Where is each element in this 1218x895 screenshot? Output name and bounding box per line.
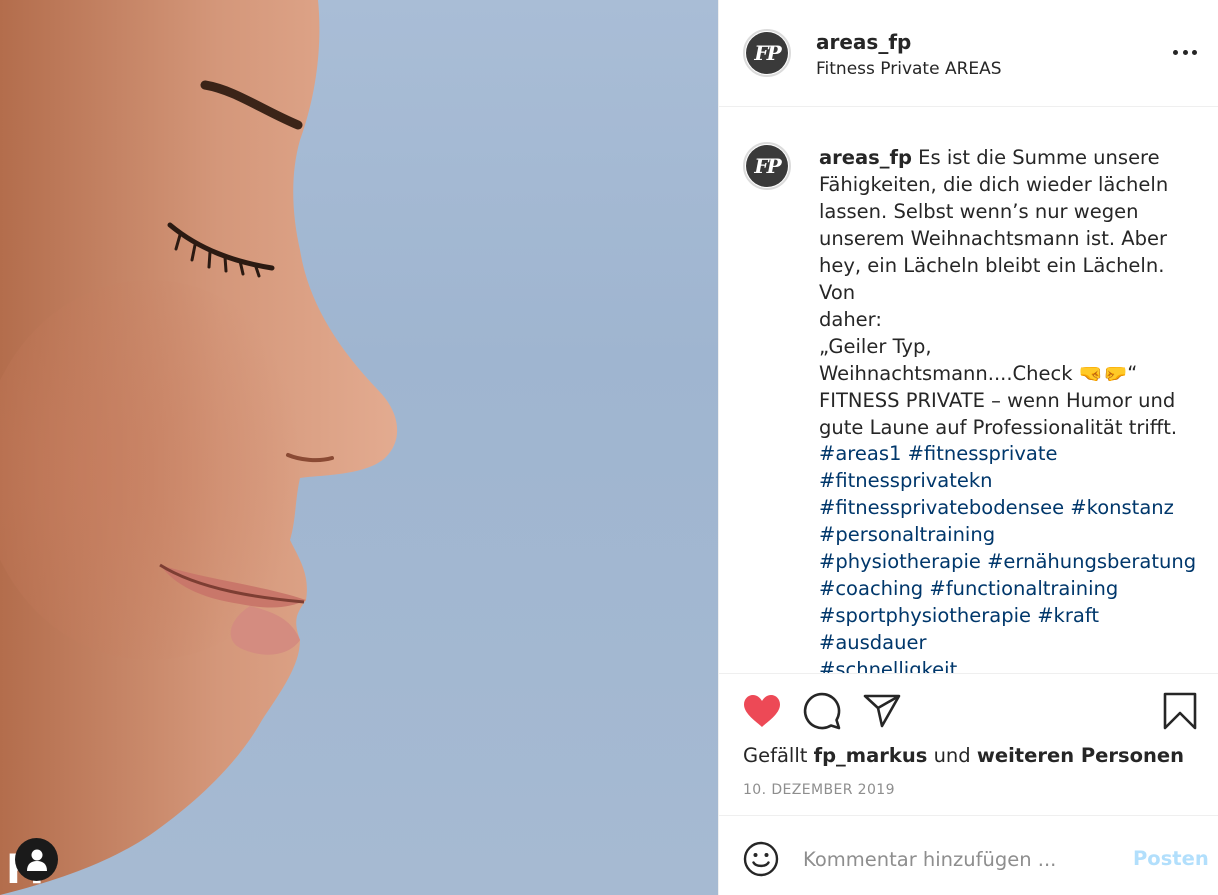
hashtag-line: #schnelligkeit bbox=[819, 656, 1199, 673]
caption-line: Es ist die Summe unsere bbox=[918, 146, 1160, 169]
liked-by-others[interactable]: weiteren Personen bbox=[977, 744, 1184, 767]
post-comment-button[interactable]: Posten bbox=[1133, 847, 1209, 870]
hashtag-link[interactable]: #konstanz bbox=[1070, 496, 1174, 519]
avatar-logo: FP bbox=[746, 145, 788, 187]
hashtag-link[interactable]: #ernähungsberatung bbox=[987, 550, 1196, 573]
save-button[interactable] bbox=[1163, 692, 1197, 734]
hashtag-line: #sportphysiotherapie #kraft #ausdauer bbox=[819, 602, 1199, 656]
comments-scroll-area[interactable]: FP areas_fp Es ist die Summe unsere Fähi… bbox=[719, 108, 1218, 673]
face-profile-illustration bbox=[0, 0, 398, 895]
paper-plane-icon bbox=[863, 694, 901, 728]
likes-summary: Gefällt fp_markus und weiteren Personen bbox=[743, 744, 1184, 767]
add-comment-bar: Posten bbox=[719, 817, 1218, 895]
comment-input[interactable] bbox=[803, 845, 1093, 873]
caption-line: lassen. Selbst wenn’s nur wegen bbox=[819, 200, 1139, 223]
hashtag-link[interactable]: #kraft bbox=[1037, 604, 1099, 627]
hashtag-line: #personaltraining bbox=[819, 521, 1199, 548]
emoji-button[interactable] bbox=[743, 841, 779, 881]
caption-line: gute Laune auf Professionalität trifft. bbox=[819, 416, 1178, 439]
comment-button[interactable] bbox=[803, 692, 841, 734]
hashtag-link[interactable]: #personaltraining bbox=[819, 523, 995, 546]
likes-middle: und bbox=[933, 744, 971, 767]
caption-username[interactable]: areas_fp bbox=[819, 146, 912, 169]
heart-icon bbox=[744, 695, 780, 727]
caption-line: Fähigkeiten, die dich wieder lächeln bbox=[819, 173, 1169, 196]
caption-line: FITNESS PRIVATE – wenn Humor und bbox=[819, 389, 1176, 412]
caption-line: Weihnachtsmann....Check 🤜🤛“ bbox=[819, 362, 1138, 385]
caption-avatar[interactable]: FP bbox=[743, 142, 791, 190]
post-caption: areas_fp Es ist die Summe unsere Fähigke… bbox=[819, 144, 1191, 441]
post-actions: Gefällt fp_markus und weiteren Personen … bbox=[719, 673, 1218, 816]
post-details-panel: FP areas_fp Fitness Private AREAS FP are… bbox=[718, 0, 1218, 895]
hashtag-line: #fitnessprivatekn bbox=[819, 467, 1199, 494]
hashtag-line: #physiotherapie #ernähungsberatung bbox=[819, 548, 1199, 575]
hashtag-line: #coaching #functionaltraining bbox=[819, 575, 1199, 602]
hashtag-link[interactable]: #coaching bbox=[819, 577, 923, 600]
hashtag-link[interactable]: #ausdauer bbox=[819, 631, 927, 654]
dot bbox=[1182, 49, 1188, 55]
dot bbox=[1192, 49, 1197, 55]
more-options-icon[interactable] bbox=[1173, 42, 1197, 62]
hashtag-link[interactable]: #fitnessprivatebodensee bbox=[819, 496, 1064, 519]
caption-line: unserem Weihnachtsmann ist. Aber bbox=[819, 227, 1167, 250]
hashtag-line: #areas1 #fitnessprivate bbox=[819, 440, 1199, 467]
post-date[interactable]: 10. DEZEMBER 2019 bbox=[743, 782, 895, 798]
hashtag-list: #areas1 #fitnessprivate #fitnessprivatekn… bbox=[819, 440, 1199, 673]
hashtag-link[interactable]: #areas1 bbox=[819, 442, 901, 465]
post-header: FP areas_fp Fitness Private AREAS bbox=[719, 0, 1218, 107]
hashtag-link[interactable]: #fitnessprivate bbox=[908, 442, 1058, 465]
person-icon bbox=[26, 849, 47, 871]
hashtag-link[interactable]: #sportphysiotherapie bbox=[819, 604, 1031, 627]
hashtag-line: #fitnessprivatebodensee #konstanz bbox=[819, 494, 1199, 521]
hashtag-link[interactable]: #functionaltraining bbox=[929, 577, 1118, 600]
comment-bubble-icon bbox=[803, 692, 841, 730]
header-account-name: Fitness Private AREAS bbox=[816, 59, 1002, 79]
smiley-icon bbox=[743, 841, 779, 877]
account-avatar[interactable]: FP bbox=[743, 29, 791, 77]
post-image[interactable]: FP bbox=[0, 0, 718, 895]
share-button[interactable] bbox=[863, 694, 901, 732]
tagged-users-button[interactable] bbox=[15, 838, 58, 881]
liked-by-user[interactable]: fp_markus bbox=[814, 744, 928, 767]
hashtag-link[interactable]: #fitnessprivatekn bbox=[819, 469, 993, 492]
like-button[interactable] bbox=[743, 694, 781, 732]
dot bbox=[1173, 49, 1178, 55]
caption-line: „Geiler Typ, bbox=[819, 335, 932, 358]
bookmark-icon bbox=[1163, 692, 1197, 730]
likes-prefix: Gefällt bbox=[743, 744, 808, 767]
hashtag-link[interactable]: #physiotherapie bbox=[819, 550, 981, 573]
caption-line: daher: bbox=[819, 308, 882, 331]
hashtag-link[interactable]: #schnelligkeit bbox=[819, 658, 957, 673]
caption-line: hey, ein Lächeln bleibt ein Lächeln. Von bbox=[819, 254, 1171, 304]
avatar-logo: FP bbox=[746, 32, 788, 74]
header-username[interactable]: areas_fp bbox=[816, 30, 911, 54]
